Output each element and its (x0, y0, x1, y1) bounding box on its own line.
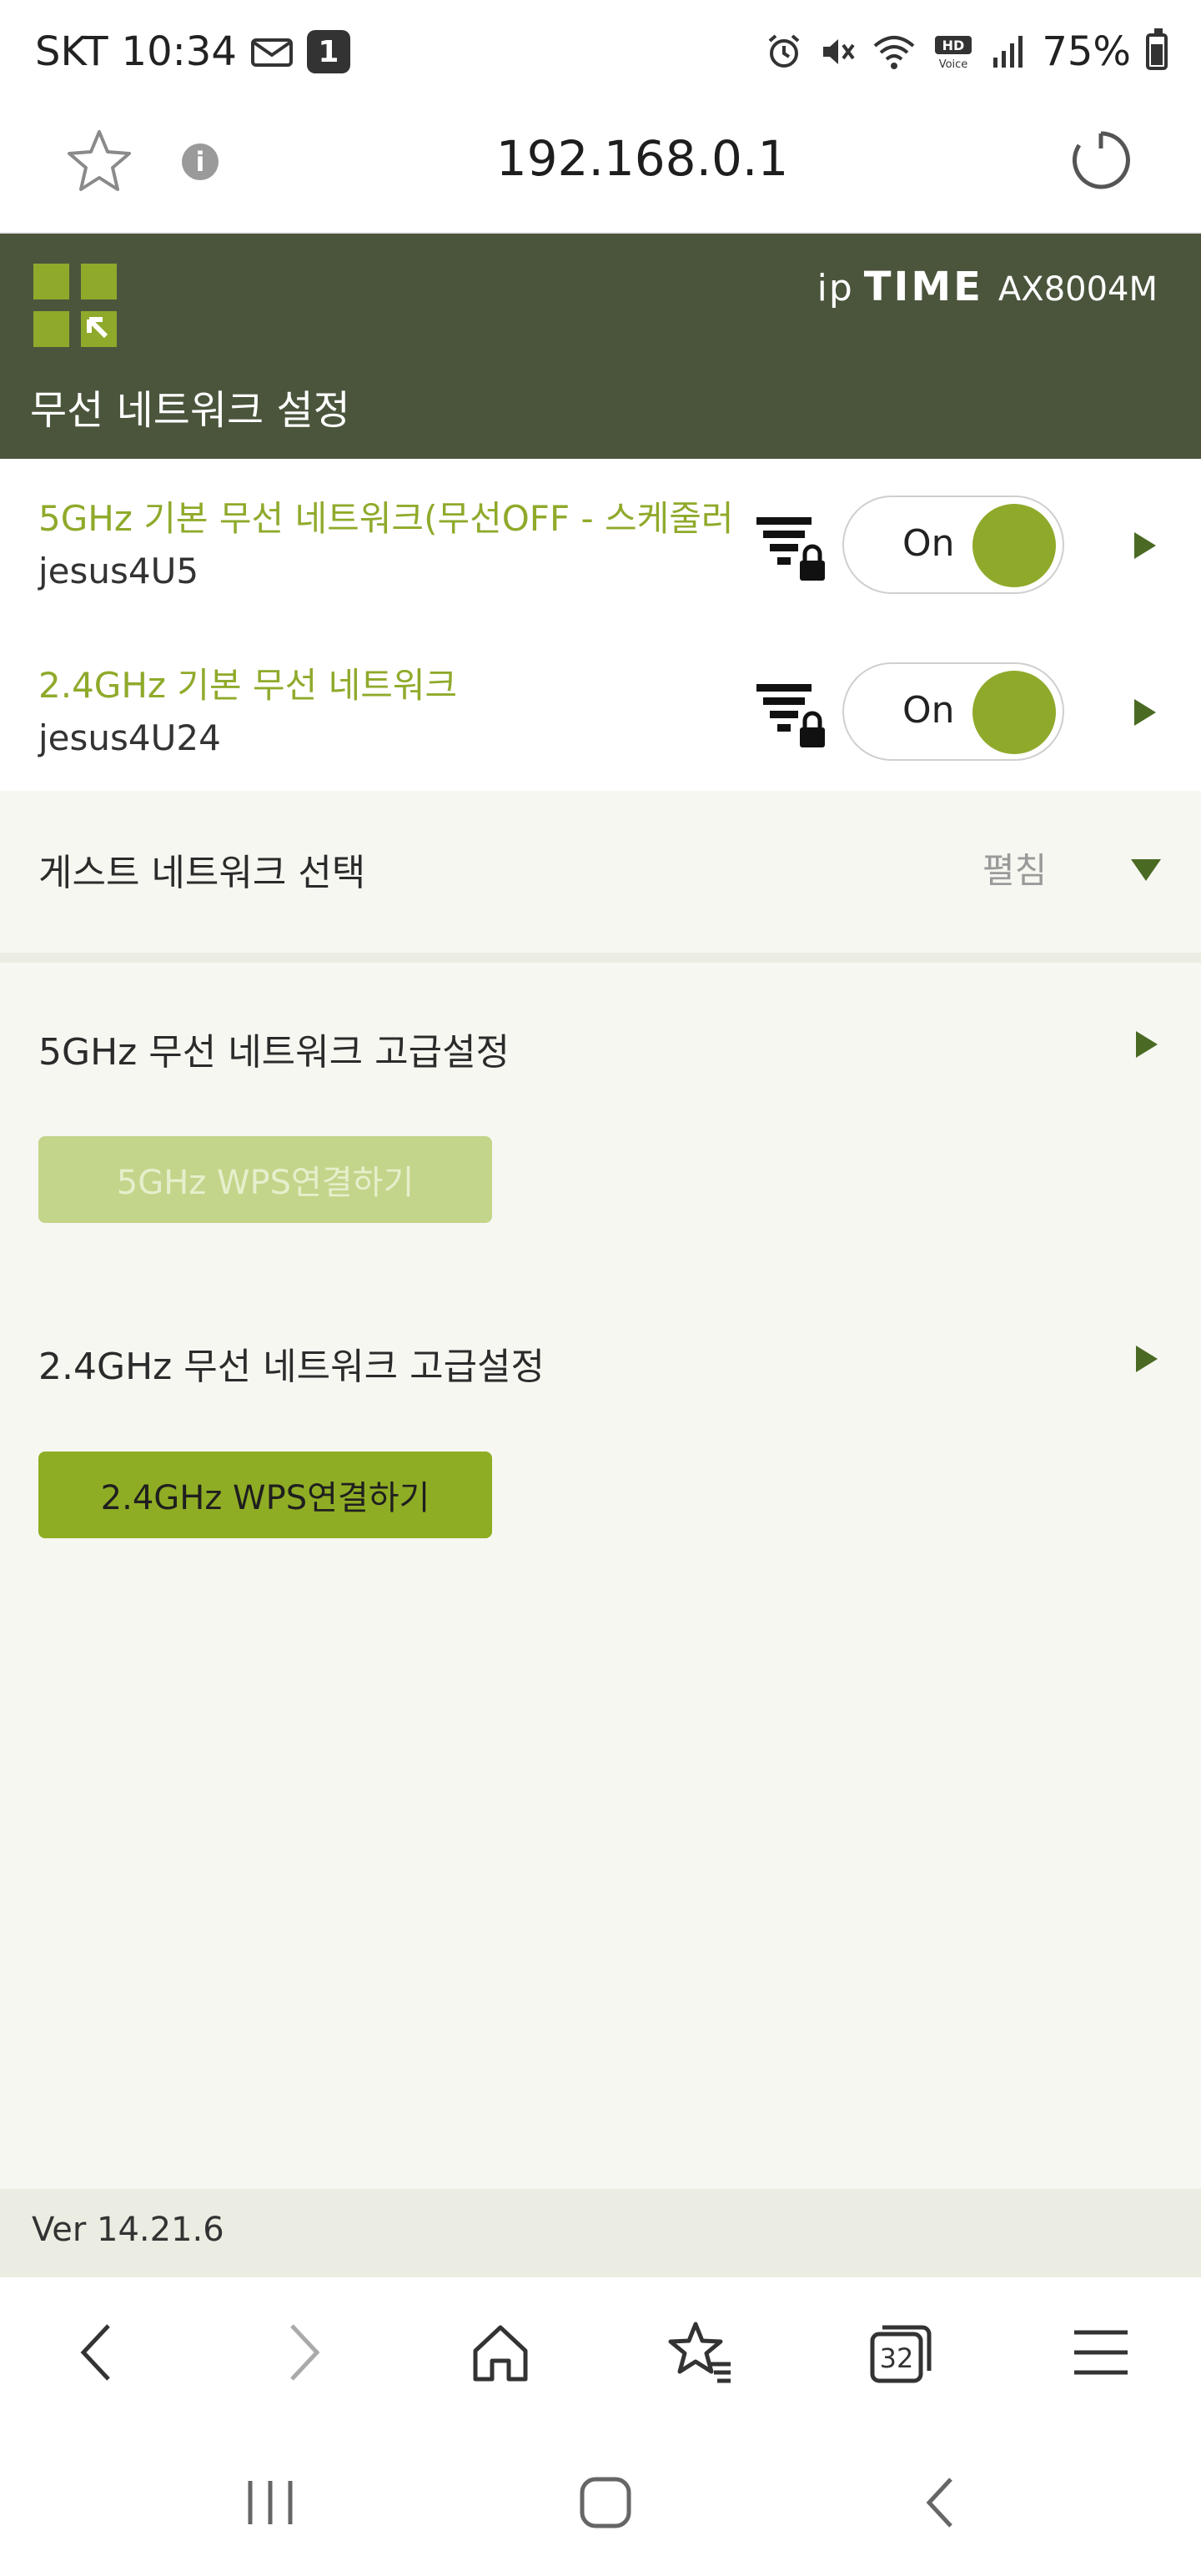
guest-network-label: 게스트 네트워크 선택 (38, 852, 366, 894)
advanced-settings-5ghz[interactable]: 5GHz 무선 네트워크 고급설정 (38, 1022, 510, 1075)
mail-icon (250, 38, 293, 67)
battery-percent: 75% (1042, 28, 1131, 75)
network-ssid: jesus4U24 (38, 717, 221, 758)
network-toggle-2-4ghz[interactable]: On (842, 662, 1064, 761)
back-icon[interactable] (65, 2319, 132, 2386)
guest-network-row[interactable]: 게스트 네트워크 선택 펼침 (0, 791, 1201, 958)
network-row-5ghz[interactable]: 5GHz 기본 무선 네트워크(무선OFF - 스케줄러 jesus4U5 On (0, 459, 1201, 626)
wifi-lock-icon (756, 684, 825, 747)
model-name: AX8004M (997, 270, 1158, 309)
url-field[interactable]: 192.168.0.1 (434, 130, 851, 187)
home-icon[interactable] (467, 2319, 534, 2386)
toggle-label: On (902, 522, 955, 565)
home-button-icon[interactable] (572, 2469, 639, 2536)
site-info-icon[interactable]: i (182, 143, 219, 180)
system-navigation (0, 2428, 1201, 2576)
network-title: 2.4GHz 기본 무선 네트워크 (38, 665, 458, 706)
carrier-label: SKT (35, 28, 108, 75)
expand-arrow-icon[interactable] (1136, 1346, 1158, 1372)
brand: ip TIME AX8004M (817, 264, 1158, 310)
svg-text:Voice: Voice (939, 58, 968, 71)
chevron-down-icon[interactable] (1131, 859, 1161, 881)
forward-icon[interactable] (269, 2319, 335, 2386)
wifi-status-icon (874, 36, 915, 69)
bookmark-star-icon[interactable] (65, 127, 133, 195)
recent-apps-icon[interactable] (237, 2469, 304, 2536)
guest-expand-label[interactable]: 펼침 (982, 843, 1047, 893)
url-bar: i 192.168.0.1 (0, 108, 1201, 234)
clock: 10:34 (121, 28, 237, 75)
toggle-label: On (902, 689, 955, 732)
brand-ip: ip (817, 267, 854, 309)
iptime-logo[interactable] (33, 264, 117, 347)
section-divider (0, 953, 1201, 963)
signal-icon (993, 36, 1023, 68)
alarm-icon (769, 34, 800, 68)
notification-badge: 1 (306, 30, 350, 73)
page-title: 무선 네트워크 설정 (30, 387, 350, 434)
expand-arrow-icon[interactable] (1136, 1031, 1158, 1058)
wifi-lock-icon (756, 517, 825, 581)
wireless-networks: 5GHz 기본 무선 네트워크(무선OFF - 스케줄러 jesus4U5 On… (0, 459, 1201, 791)
version-text: Ver 14.21.6 (32, 2211, 224, 2249)
status-bar: SKT 10:34 1 HD Voice 75% (0, 0, 1201, 108)
version-footer: Ver 14.21.6 (0, 2189, 1201, 2277)
bookmarks-icon[interactable] (667, 2319, 734, 2386)
mute-icon (823, 39, 855, 64)
advanced-settings-2-4ghz[interactable]: 2.4GHz 무선 네트워크 고급설정 (38, 1336, 545, 1390)
app-header: ip TIME AX8004M 무선 네트워크 설정 (0, 234, 1201, 459)
network-ssid: jesus4U5 (38, 551, 199, 591)
network-row-2-4ghz[interactable]: 2.4GHz 기본 무선 네트워크 jesus4U24 On (0, 626, 1201, 792)
arrow-up-left-icon (87, 317, 108, 339)
toggle-knob (972, 504, 1056, 587)
status-right: HD Voice 75% (765, 28, 1168, 75)
tabs-count: 32 (879, 2342, 914, 2374)
menu-icon[interactable] (1068, 2319, 1134, 2386)
brand-time: TIME (863, 264, 983, 310)
battery-icon (1146, 28, 1168, 70)
wps-button-2-4ghz[interactable]: 2.4GHz WPS연결하기 (38, 1452, 492, 1538)
expand-arrow-icon[interactable] (1134, 699, 1156, 726)
status-left: SKT 10:34 1 (35, 28, 350, 75)
network-toggle-5ghz[interactable]: On (842, 496, 1064, 594)
network-title: 5GHz 기본 무선 네트워크(무선OFF - 스케줄러 (38, 498, 731, 539)
svg-text:HD: HD (942, 38, 965, 53)
expand-arrow-icon[interactable] (1134, 532, 1156, 559)
hd-voice-icon: HD Voice (935, 36, 972, 71)
reload-icon[interactable] (1068, 127, 1134, 194)
browser-toolbar: 32 (0, 2277, 1201, 2428)
wps-button-5ghz[interactable]: 5GHz WPS연결하기 (38, 1136, 492, 1223)
tabs-icon[interactable]: 32 (867, 2319, 934, 2386)
system-back-icon[interactable] (909, 2469, 976, 2536)
toggle-knob (972, 671, 1056, 754)
